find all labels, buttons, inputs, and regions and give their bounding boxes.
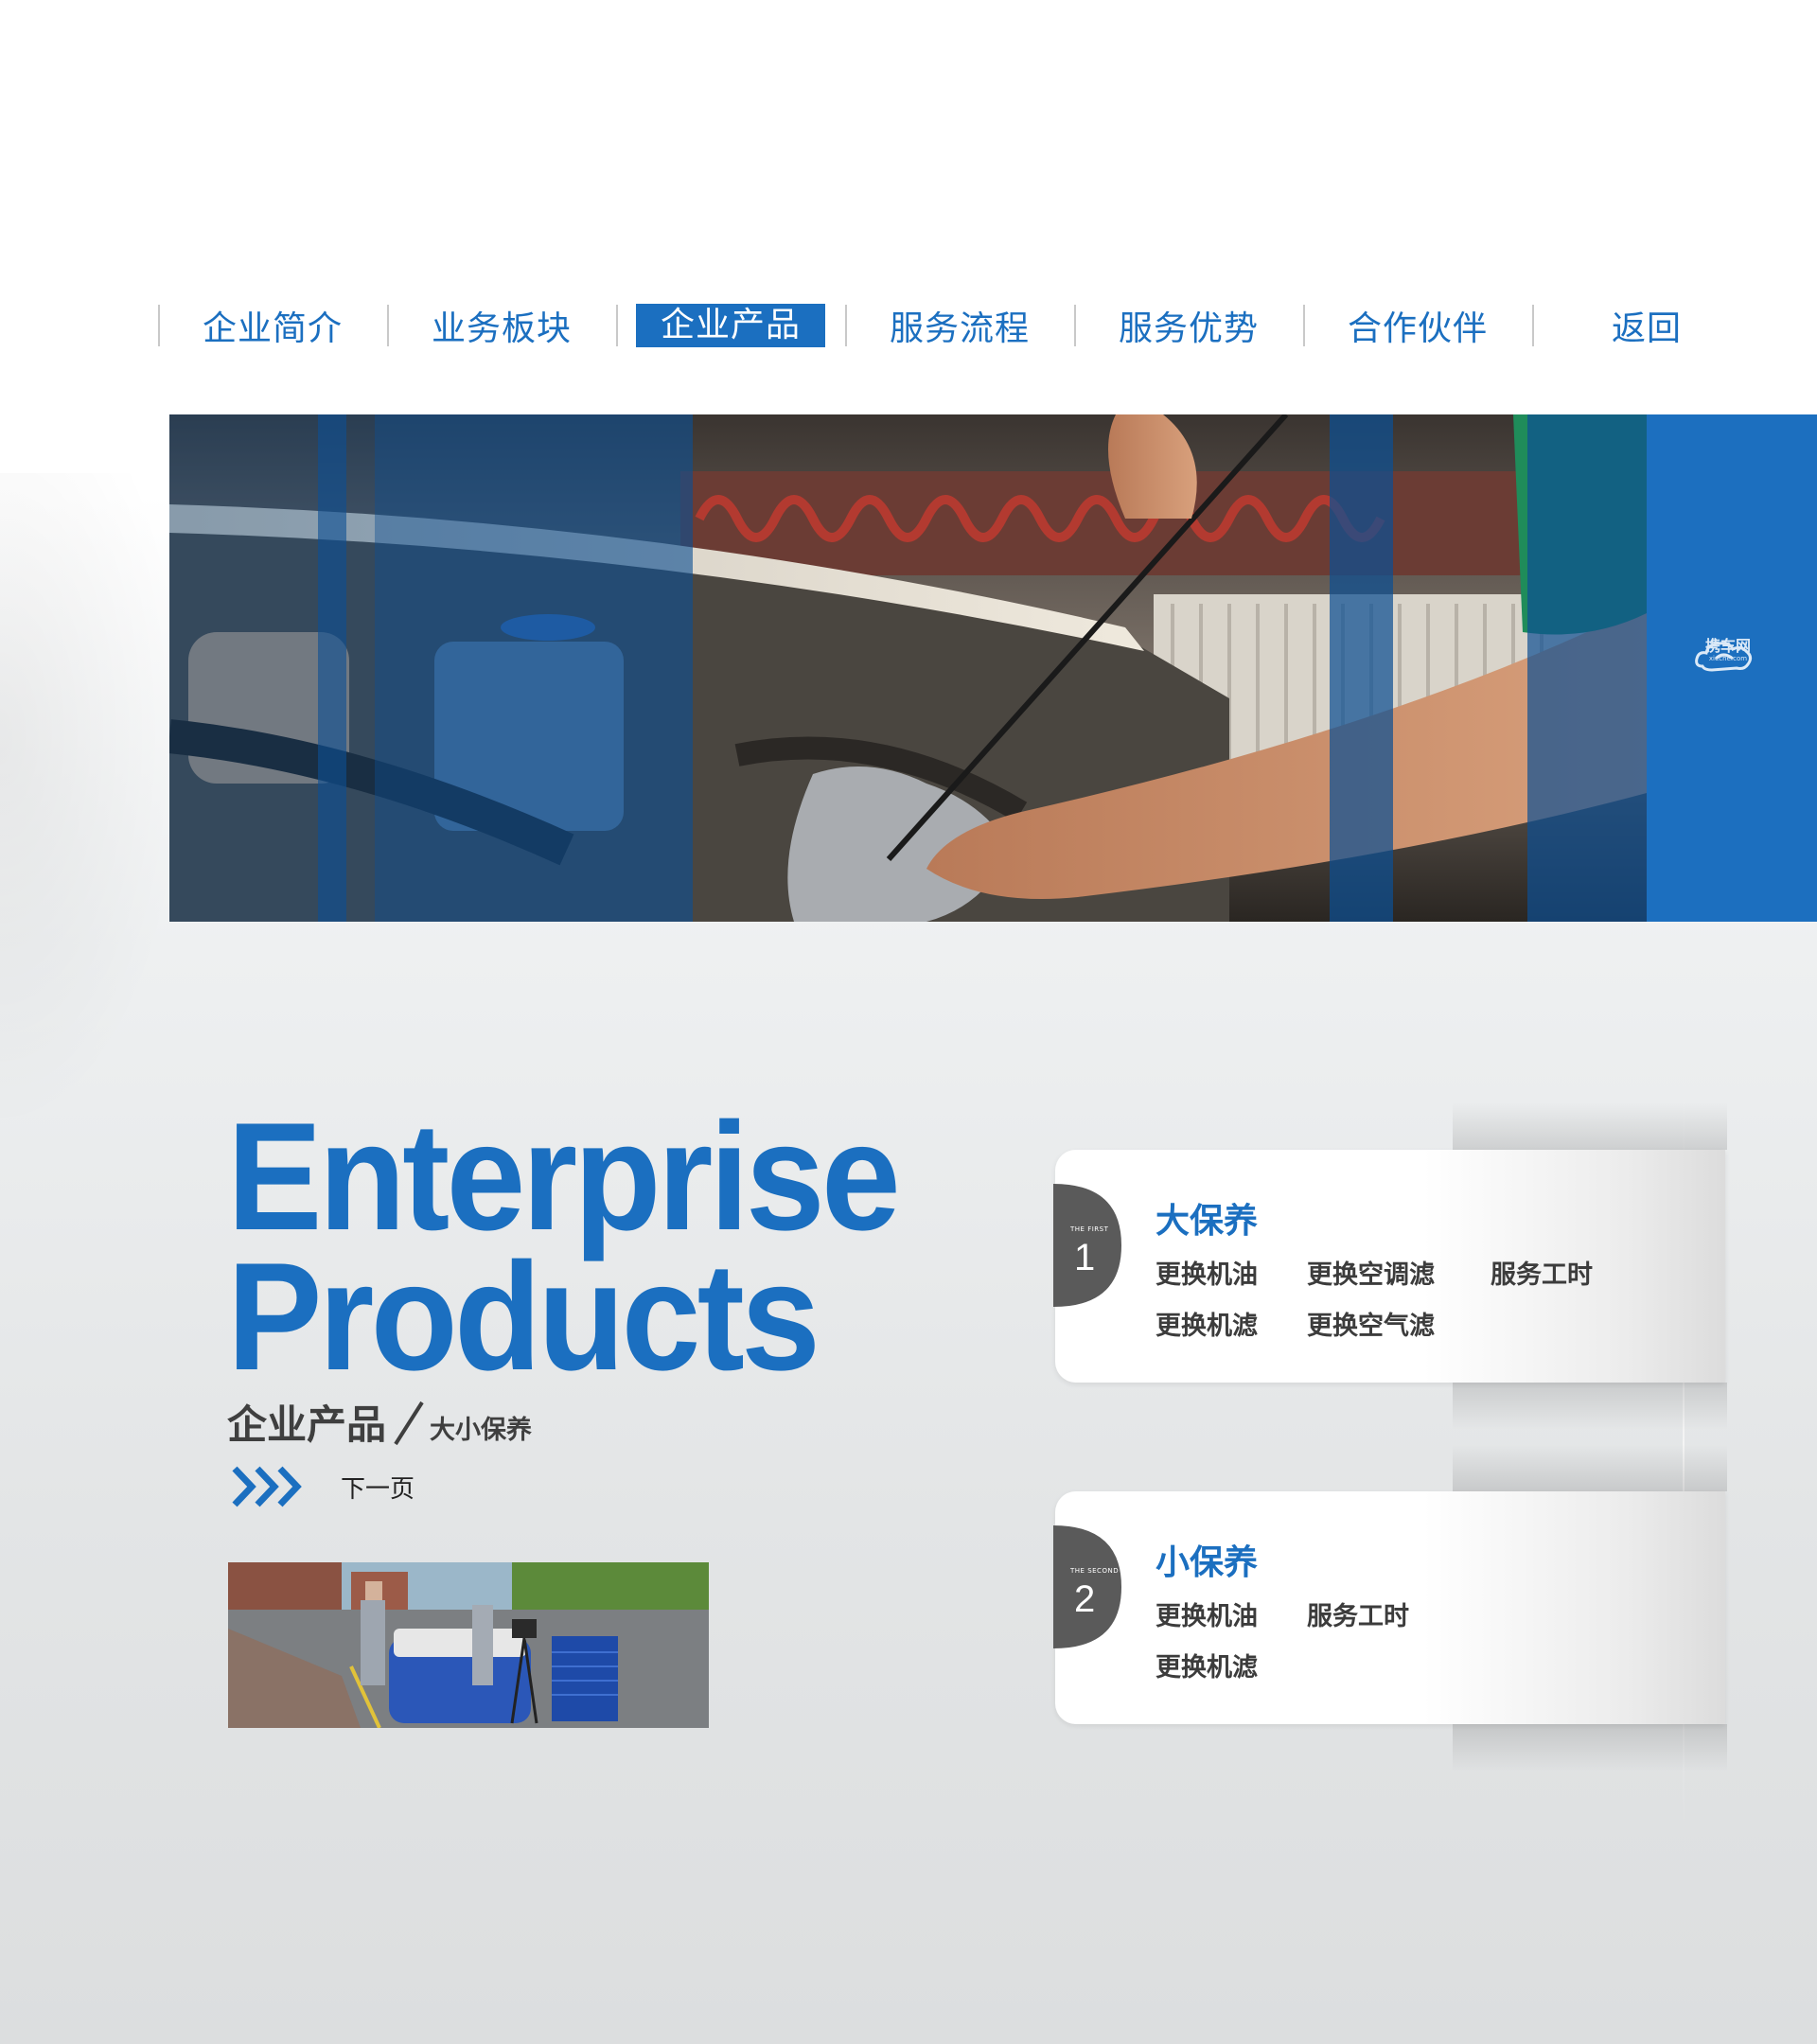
next-page-link[interactable]: 下一页 [231, 1465, 415, 1508]
card-title: 大保养 [1155, 1202, 1259, 1241]
nav-item-back[interactable]: 返回 [1532, 303, 1761, 348]
service-photo [228, 1562, 709, 1728]
subtitle-sub: 大小保养 [430, 1416, 533, 1445]
background-shade [0, 473, 189, 1136]
card-shadow [1453, 1444, 1727, 1491]
cloud-icon [1695, 642, 1753, 672]
service-item: 服务工时 [1307, 1602, 1409, 1631]
service-item: 服务工时 [1491, 1260, 1593, 1290]
next-page-label: 下一页 [341, 1474, 415, 1504]
badge-caption: THE FIRST [1070, 1225, 1109, 1233]
product-card-major-service[interactable]: THE FIRST 1 大保养 更换机油 更换空调滤 服务工时 更换机滤 更换空… [1053, 1102, 1727, 1430]
badge-caption: THE SECOND [1070, 1567, 1120, 1575]
product-card-minor-service[interactable]: THE SECOND 2 小保养 更换机油 服务工时 更换机滤 [1053, 1444, 1727, 1771]
nav-item-products[interactable]: 企业产品 [616, 303, 845, 348]
service-item: 更换机滤 [1155, 1312, 1258, 1341]
nav-item-service-advantages[interactable]: 服务优势 [1074, 303, 1303, 348]
service-item: 更换机油 [1155, 1260, 1258, 1290]
service-item: 更换空调滤 [1307, 1260, 1435, 1290]
nav-item-company-intro[interactable]: 企业简介 [158, 303, 387, 348]
section-headline: Enterprise Products [227, 1091, 947, 1402]
card-title: 小保养 [1155, 1543, 1259, 1582]
brand-logo[interactable]: 携车网 xieche.com [1695, 638, 1761, 672]
top-navigation: 企业简介 业务板块 企业产品 服务流程 服务优势 合作伙伴 返回 [158, 303, 1681, 348]
nav-item-business[interactable]: 业务板块 [387, 303, 616, 348]
badge-number: 2 [1074, 1578, 1096, 1620]
badge-number: 1 [1074, 1237, 1096, 1278]
nav-item-partners[interactable]: 合作伙伴 [1303, 303, 1532, 348]
nav-item-service-process[interactable]: 服务流程 [845, 303, 1074, 348]
subtitle-main: 企业产品 [227, 1401, 387, 1448]
hero-photo-engine-oil-check [169, 414, 1647, 922]
card-shadow [1453, 1102, 1727, 1150]
slash-divider-icon [394, 1401, 424, 1446]
card-shadow [1453, 1383, 1727, 1430]
headline-line-1: Enterprise [227, 1091, 901, 1262]
headline-line-2: Products [227, 1231, 820, 1402]
hero-banner: 携车网 xieche.com [169, 414, 1817, 922]
triple-chevron-right-icon [232, 1466, 302, 1507]
card-shadow [1453, 1724, 1727, 1771]
service-photo-image [228, 1562, 709, 1728]
service-item: 更换机油 [1155, 1602, 1258, 1631]
service-item: 更换空气滤 [1307, 1312, 1435, 1341]
section-subtitle: 企业产品 大小保养 [227, 1399, 532, 1448]
service-item: 更换机滤 [1155, 1653, 1258, 1683]
